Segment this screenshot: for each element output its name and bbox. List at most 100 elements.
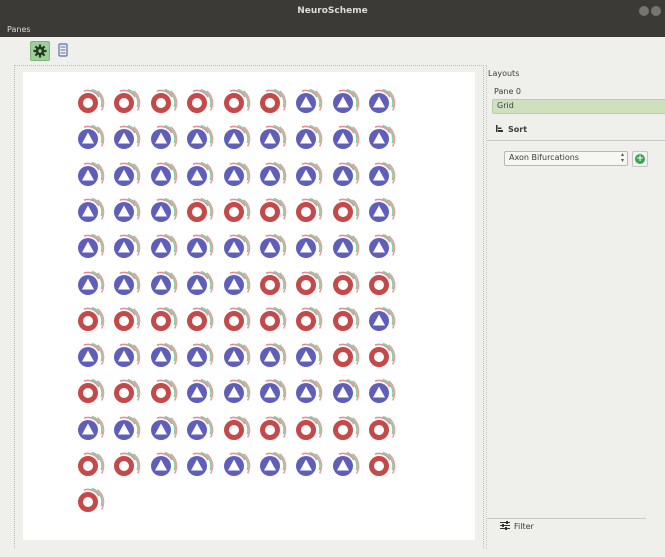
- neuron-glyph-ring[interactable]: [180, 304, 214, 338]
- neuron-glyph-triangle[interactable]: [362, 195, 396, 229]
- neuron-glyph-triangle[interactable]: [144, 413, 178, 447]
- neuron-glyph-ring[interactable]: [289, 268, 323, 302]
- neuron-glyph-triangle[interactable]: [107, 340, 141, 374]
- neuron-glyph-triangle[interactable]: [326, 159, 360, 193]
- neuron-glyph-triangle[interactable]: [71, 268, 105, 302]
- neuron-glyph-triangle[interactable]: [107, 413, 141, 447]
- neuron-glyph-triangle[interactable]: [217, 449, 251, 483]
- neuron-glyph-triangle[interactable]: [180, 122, 214, 156]
- neuron-glyph-triangle[interactable]: [144, 122, 178, 156]
- neuron-glyph-triangle[interactable]: [253, 449, 287, 483]
- scene-canvas[interactable]: [23, 72, 475, 540]
- menu-panes[interactable]: Panes: [7, 25, 31, 34]
- neuron-glyph-ring[interactable]: [326, 413, 360, 447]
- neuron-glyph-triangle[interactable]: [362, 231, 396, 265]
- neuron-glyph-triangle[interactable]: [71, 159, 105, 193]
- neuron-glyph-triangle[interactable]: [253, 122, 287, 156]
- neuron-glyph-triangle[interactable]: [217, 122, 251, 156]
- settings-button[interactable]: [30, 41, 50, 61]
- neuron-glyph-triangle[interactable]: [217, 268, 251, 302]
- add-sort-button[interactable]: +: [632, 151, 648, 167]
- tab-filter[interactable]: Filter: [500, 521, 650, 535]
- neuron-glyph-ring[interactable]: [180, 195, 214, 229]
- neuron-glyph-ring[interactable]: [144, 86, 178, 120]
- neuron-glyph-ring[interactable]: [289, 195, 323, 229]
- neuron-glyph-ring[interactable]: [71, 376, 105, 410]
- neuron-glyph-triangle[interactable]: [289, 376, 323, 410]
- neuron-glyph-triangle[interactable]: [289, 340, 323, 374]
- neuron-glyph-ring[interactable]: [253, 413, 287, 447]
- neuron-glyph-ring[interactable]: [289, 304, 323, 338]
- neuron-glyph-triangle[interactable]: [217, 376, 251, 410]
- neuron-glyph-triangle[interactable]: [253, 376, 287, 410]
- neuron-glyph-triangle[interactable]: [144, 159, 178, 193]
- neuron-glyph-ring[interactable]: [71, 449, 105, 483]
- neuron-glyph-triangle[interactable]: [144, 268, 178, 302]
- neuron-glyph-ring[interactable]: [253, 86, 287, 120]
- neuron-glyph-triangle[interactable]: [71, 413, 105, 447]
- neuron-glyph-triangle[interactable]: [180, 231, 214, 265]
- neuron-glyph-ring[interactable]: [144, 376, 178, 410]
- neuron-glyph-triangle[interactable]: [71, 195, 105, 229]
- tab-sort[interactable]: Sort: [495, 124, 635, 140]
- layout-grid-option[interactable]: Grid: [492, 99, 665, 114]
- neuron-glyph-triangle[interactable]: [362, 159, 396, 193]
- neuron-glyph-triangle[interactable]: [362, 304, 396, 338]
- neuron-glyph-triangle[interactable]: [326, 376, 360, 410]
- neuron-glyph-ring[interactable]: [362, 413, 396, 447]
- neuron-glyph-triangle[interactable]: [180, 159, 214, 193]
- neuron-glyph-ring[interactable]: [217, 304, 251, 338]
- neuron-glyph-triangle[interactable]: [107, 231, 141, 265]
- neuron-glyph-triangle[interactable]: [253, 231, 287, 265]
- list-view-button[interactable]: [54, 41, 72, 59]
- neuron-glyph-triangle[interactable]: [180, 413, 214, 447]
- sort-criteria-select[interactable]: Axon Bifurcations ▴ ▾: [504, 151, 628, 166]
- neuron-glyph-ring[interactable]: [107, 304, 141, 338]
- neuron-glyph-ring[interactable]: [326, 340, 360, 374]
- neuron-glyph-triangle[interactable]: [107, 122, 141, 156]
- neuron-glyph-triangle[interactable]: [326, 449, 360, 483]
- neuron-glyph-ring[interactable]: [107, 376, 141, 410]
- neuron-glyph-ring[interactable]: [326, 304, 360, 338]
- neuron-glyph-ring[interactable]: [71, 86, 105, 120]
- neuron-glyph-triangle[interactable]: [71, 122, 105, 156]
- neuron-glyph-triangle[interactable]: [253, 340, 287, 374]
- close-button[interactable]: [651, 6, 661, 16]
- neuron-glyph-ring[interactable]: [362, 340, 396, 374]
- neuron-glyph-triangle[interactable]: [217, 340, 251, 374]
- neuron-glyph-triangle[interactable]: [107, 159, 141, 193]
- neuron-glyph-ring[interactable]: [326, 268, 360, 302]
- neuron-glyph-triangle[interactable]: [289, 122, 323, 156]
- neuron-glyph-triangle[interactable]: [180, 376, 214, 410]
- neuron-glyph-triangle[interactable]: [326, 122, 360, 156]
- neuron-glyph-triangle[interactable]: [326, 231, 360, 265]
- neuron-glyph-ring[interactable]: [217, 413, 251, 447]
- neuron-glyph-ring[interactable]: [217, 86, 251, 120]
- neuron-glyph-triangle[interactable]: [71, 340, 105, 374]
- neuron-glyph-triangle[interactable]: [144, 231, 178, 265]
- neuron-glyph-triangle[interactable]: [289, 159, 323, 193]
- neuron-glyph-triangle[interactable]: [144, 195, 178, 229]
- neuron-glyph-ring[interactable]: [107, 86, 141, 120]
- neuron-glyph-ring[interactable]: [217, 195, 251, 229]
- neuron-glyph-ring[interactable]: [144, 304, 178, 338]
- neuron-glyph-ring[interactable]: [253, 195, 287, 229]
- neuron-glyph-ring[interactable]: [253, 268, 287, 302]
- neuron-glyph-ring[interactable]: [253, 304, 287, 338]
- neuron-glyph-triangle[interactable]: [71, 231, 105, 265]
- neuron-glyph-ring[interactable]: [180, 86, 214, 120]
- neuron-glyph-ring[interactable]: [326, 195, 360, 229]
- neuron-glyph-triangle[interactable]: [217, 231, 251, 265]
- neuron-glyph-triangle[interactable]: [362, 86, 396, 120]
- neuron-glyph-triangle[interactable]: [362, 122, 396, 156]
- neuron-glyph-triangle[interactable]: [289, 449, 323, 483]
- neuron-glyph-triangle[interactable]: [144, 449, 178, 483]
- neuron-glyph-triangle[interactable]: [107, 195, 141, 229]
- neuron-glyph-ring[interactable]: [107, 449, 141, 483]
- neuron-glyph-triangle[interactable]: [217, 159, 251, 193]
- neuron-glyph-triangle[interactable]: [180, 340, 214, 374]
- neuron-glyph-ring[interactable]: [362, 449, 396, 483]
- neuron-glyph-triangle[interactable]: [289, 86, 323, 120]
- neuron-glyph-triangle[interactable]: [180, 449, 214, 483]
- neuron-glyph-triangle[interactable]: [326, 86, 360, 120]
